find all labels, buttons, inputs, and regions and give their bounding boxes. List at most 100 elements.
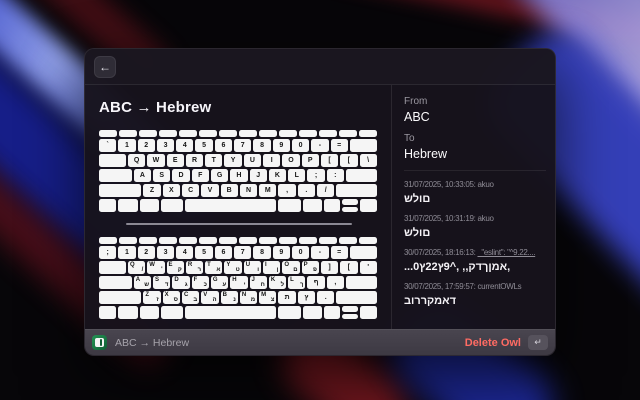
- history-timestamp: 30/07/2025, 17:59:57: currentOWLs: [404, 282, 546, 291]
- history-list: 31/07/2025, 10:33:05: akuoשלום31/07/2025…: [404, 180, 546, 307]
- key: ]: [321, 261, 338, 274]
- history-timestamp: 30/07/2025, 18:16:13: "eslint": "^9.22..…: [404, 248, 546, 257]
- key: [350, 246, 377, 259]
- key: U: [244, 154, 261, 167]
- key: ת: [278, 291, 295, 304]
- key: 2: [138, 139, 155, 152]
- return-key-icon: ↵: [528, 335, 548, 350]
- key: [219, 130, 237, 137]
- key: [219, 237, 237, 244]
- key: Q: [128, 154, 145, 167]
- history-timestamp: 31/07/2025, 10:31:19: akuo: [404, 214, 546, 223]
- key: [346, 169, 377, 182]
- key: I: [263, 154, 280, 167]
- key: Sד: [153, 276, 170, 289]
- key: [342, 207, 358, 213]
- key: [179, 237, 197, 244]
- key: [299, 237, 317, 244]
- key: 0: [292, 246, 309, 259]
- key: 6: [215, 139, 232, 152]
- key: C: [182, 184, 199, 197]
- key: [: [340, 154, 357, 167]
- key: [259, 130, 277, 137]
- key: Mצ: [259, 291, 276, 304]
- key: 7: [234, 139, 251, 152]
- key: [342, 199, 358, 205]
- key: .: [317, 291, 334, 304]
- key: M: [259, 184, 276, 197]
- key: H: [230, 169, 247, 182]
- key: F: [192, 169, 209, 182]
- key: :: [327, 169, 344, 182]
- key: W': [147, 261, 164, 274]
- history-input: currentOWLs: [477, 282, 521, 291]
- key: 5: [195, 139, 212, 152]
- key: [159, 130, 177, 137]
- mapping-summary: From ABC To Hebrew: [404, 96, 546, 171]
- key: .: [298, 184, 315, 197]
- key: V: [201, 184, 218, 197]
- key: [139, 237, 157, 244]
- key: W: [147, 154, 164, 167]
- back-button[interactable]: ←: [94, 56, 116, 78]
- key: N: [240, 184, 257, 197]
- key: Xס: [163, 291, 180, 304]
- key: Tא: [205, 261, 222, 274]
- keyboard-glyph-icon: [95, 338, 104, 347]
- key: P: [302, 154, 319, 167]
- key: [239, 130, 257, 137]
- key: 9: [273, 139, 290, 152]
- key: [279, 130, 297, 137]
- key: 3: [157, 246, 174, 259]
- key: 3: [157, 139, 174, 152]
- key: ,: [327, 276, 344, 289]
- key: 4: [176, 246, 193, 259]
- key: [119, 130, 137, 137]
- history-entry: 30/07/2025, 17:59:57: currentOWLs בוררקמא…: [404, 282, 546, 307]
- history-output: בוררקמאד: [404, 295, 546, 307]
- key: Yט: [224, 261, 241, 274]
- key: D: [172, 169, 189, 182]
- arrow-updown-keys: [342, 199, 358, 212]
- key: [118, 199, 137, 212]
- key: [119, 237, 137, 244]
- arrow-updown-keys: [342, 306, 358, 319]
- key: [99, 306, 116, 319]
- key: [161, 306, 183, 319]
- key: 2: [138, 246, 155, 259]
- history-output: ...0ץ22ץ9^, ,,קדךןמא,: [404, 261, 546, 273]
- key: Rר: [186, 261, 203, 274]
- key: [319, 237, 337, 244]
- key: [299, 130, 317, 137]
- key: 9: [273, 246, 290, 259]
- key: [161, 199, 183, 212]
- key: [185, 306, 277, 319]
- key: [140, 199, 159, 212]
- delete-owl-button[interactable]: Delete Owl ↵: [465, 335, 548, 350]
- key: [339, 130, 357, 137]
- key: Iן: [263, 261, 280, 274]
- key: =: [331, 246, 348, 259]
- key: R: [186, 154, 203, 167]
- key: G: [211, 169, 228, 182]
- key: [99, 130, 117, 137]
- key: ,: [278, 184, 295, 197]
- key: [199, 237, 217, 244]
- key: Uו: [244, 261, 261, 274]
- key: [324, 199, 340, 212]
- keyboard-divider: [126, 223, 352, 225]
- key: Kל: [269, 276, 286, 289]
- app-window: ← ABC → Hebrew `1234567890-=QWERTYUIOP[[…: [84, 48, 556, 356]
- key: `: [99, 139, 116, 152]
- key: [139, 130, 157, 137]
- key: [342, 314, 358, 320]
- key: [: [340, 261, 357, 274]
- key: /: [317, 184, 334, 197]
- keyboard-hebrew: ;1234567890-=Q/W'EקRרTאYטUוIןOםPפ]['AשSד…: [99, 237, 378, 319]
- key: [324, 306, 340, 319]
- key: T: [205, 154, 222, 167]
- key: -: [311, 139, 328, 152]
- key: [360, 306, 376, 319]
- key: [239, 237, 257, 244]
- key: -: [311, 246, 328, 259]
